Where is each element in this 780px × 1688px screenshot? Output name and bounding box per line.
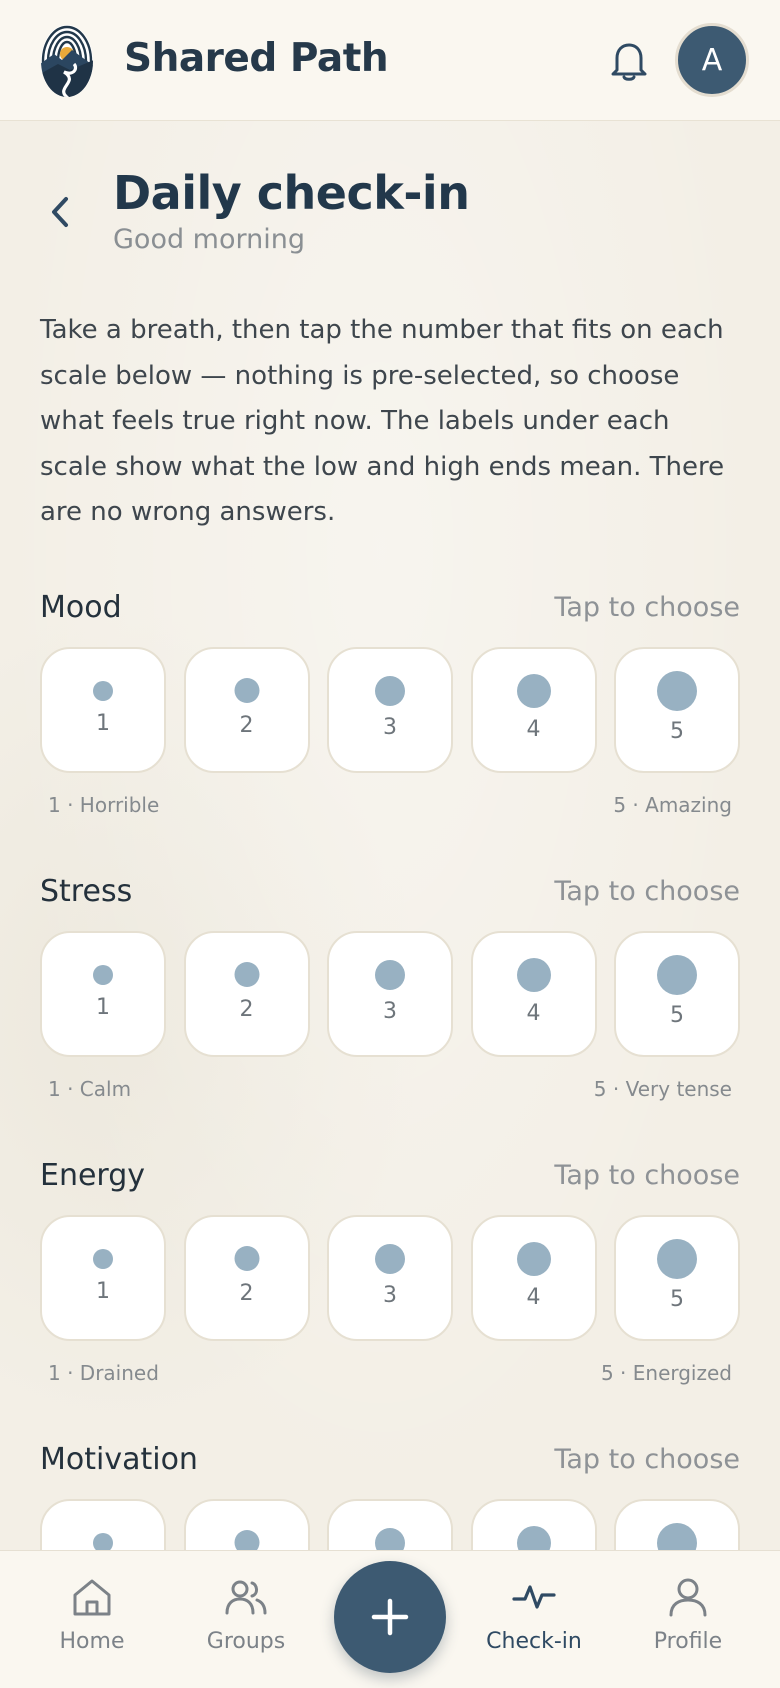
scale-option-1[interactable]: 1 [40, 647, 166, 773]
option-number: 2 [239, 1281, 254, 1306]
scale-high-label: 5 · Amazing [613, 793, 732, 817]
size-dot [93, 965, 113, 985]
scale-option-3[interactable]: 3 [327, 647, 453, 773]
nav-item-home[interactable]: Home [32, 1575, 152, 1654]
back-chevron-icon[interactable] [44, 192, 76, 232]
scale-title: Motivation [40, 1442, 198, 1477]
scale-option-2[interactable]: 2 [183, 1499, 310, 1550]
home-icon [73, 1579, 111, 1616]
scale-title: Stress [40, 874, 133, 909]
option-number: 1 [96, 711, 110, 736]
size-dot [93, 1249, 113, 1269]
size-dot [375, 676, 405, 706]
nav-label: Groups [206, 1629, 286, 1654]
nav-item-check-in[interactable]: Check-in [474, 1575, 594, 1654]
size-dot [234, 678, 259, 703]
scale-option-1[interactable]: 1 [40, 1215, 166, 1341]
scale-option-2[interactable]: 2 [183, 647, 310, 773]
scale-option-3[interactable]: 3 [327, 1215, 453, 1341]
scale-option-4[interactable]: 4 [470, 647, 597, 773]
notifications-bell-icon[interactable] [606, 38, 652, 84]
scale-options: 1 2 3 4 5 [40, 931, 740, 1057]
person-icon [669, 1578, 707, 1617]
nav-label: Home [59, 1629, 125, 1654]
nav-item-groups[interactable]: Groups [186, 1575, 306, 1654]
size-dot [657, 671, 697, 711]
option-number: 4 [526, 1001, 541, 1026]
scale-option-5[interactable]: 5 [614, 1215, 740, 1341]
size-dot [93, 681, 113, 701]
option-number: 5 [670, 1287, 684, 1312]
nav-item-profile[interactable]: Profile [628, 1575, 748, 1654]
users-icon [225, 1580, 267, 1615]
option-number: 5 [670, 719, 684, 744]
size-dot [375, 1528, 405, 1550]
scale-option-3[interactable]: 3 [327, 931, 453, 1057]
scale-options: 1 2 3 4 5 [40, 1499, 740, 1550]
option-number: 1 [96, 1279, 110, 1304]
size-dot [516, 674, 551, 708]
scale-option-5[interactable]: 5 [614, 931, 740, 1057]
option-number: 2 [239, 997, 254, 1022]
page-title: Daily check-in [113, 166, 470, 220]
scale-title: Energy [40, 1158, 146, 1193]
brand-name: Shared Path [124, 36, 389, 81]
scale-option-4[interactable]: 4 [470, 1215, 597, 1341]
option-number: 3 [383, 999, 397, 1024]
scale-low-label: 1 · Calm [48, 1077, 132, 1101]
scale-high-label: 5 · Very tense [593, 1077, 732, 1101]
app-header: Shared Path A [0, 0, 780, 121]
option-number: 3 [383, 1283, 397, 1308]
size-dot [375, 1244, 405, 1274]
option-number: 4 [526, 717, 541, 742]
scale-option-3[interactable]: 3 [327, 1499, 453, 1550]
scale-option-2[interactable]: 2 [183, 931, 310, 1057]
logo-icon [40, 24, 94, 98]
scale-option-1[interactable]: 1 [40, 1499, 166, 1550]
plus-icon [371, 1598, 409, 1636]
user-avatar[interactable]: A [675, 23, 749, 97]
add-button[interactable] [334, 1561, 446, 1673]
nav-label: Profile [653, 1629, 723, 1654]
scale-option-5[interactable]: 5 [614, 1499, 740, 1550]
scale-option-1[interactable]: 1 [40, 931, 166, 1057]
scale-option-5[interactable]: 5 [614, 647, 740, 773]
scale-low-label: 1 · Drained [48, 1361, 159, 1385]
size-dot [93, 1533, 113, 1550]
scale-option-4[interactable]: 4 [470, 931, 597, 1057]
scale-hint: Tap to choose [554, 592, 740, 623]
option-number: 5 [670, 1003, 684, 1028]
scale-option-2[interactable]: 2 [183, 1215, 310, 1341]
option-number: 4 [526, 1285, 541, 1310]
size-dot [657, 955, 697, 995]
scale-options: 1 2 3 4 5 [40, 1215, 740, 1341]
scale-hint: Tap to choose [554, 1444, 740, 1475]
pulse-icon [512, 1585, 556, 1609]
scale-options: 1 2 3 4 5 [40, 647, 740, 773]
option-number: 1 [96, 995, 110, 1020]
size-dot [657, 1523, 697, 1550]
size-dot [375, 960, 405, 990]
size-dot [234, 1246, 259, 1271]
scale-option-4[interactable]: 4 [470, 1499, 597, 1550]
option-number: 3 [383, 715, 397, 740]
nav-label: Check-in [486, 1629, 582, 1654]
size-dot [234, 1530, 259, 1550]
page-subtitle: Good morning [113, 224, 305, 255]
scale-hint: Tap to choose [554, 1160, 740, 1191]
size-dot [657, 1239, 697, 1279]
scale-title: Mood [40, 590, 122, 625]
scale-hint: Tap to choose [554, 876, 740, 907]
size-dot [516, 958, 551, 992]
option-number: 2 [239, 713, 254, 738]
scale-high-label: 5 · Energized [600, 1361, 732, 1385]
size-dot [234, 962, 259, 987]
size-dot [516, 1526, 551, 1550]
scale-low-label: 1 · Horrible [48, 793, 160, 817]
size-dot [516, 1242, 551, 1276]
intro-text: Take a breath, then tap the number that … [40, 315, 725, 527]
